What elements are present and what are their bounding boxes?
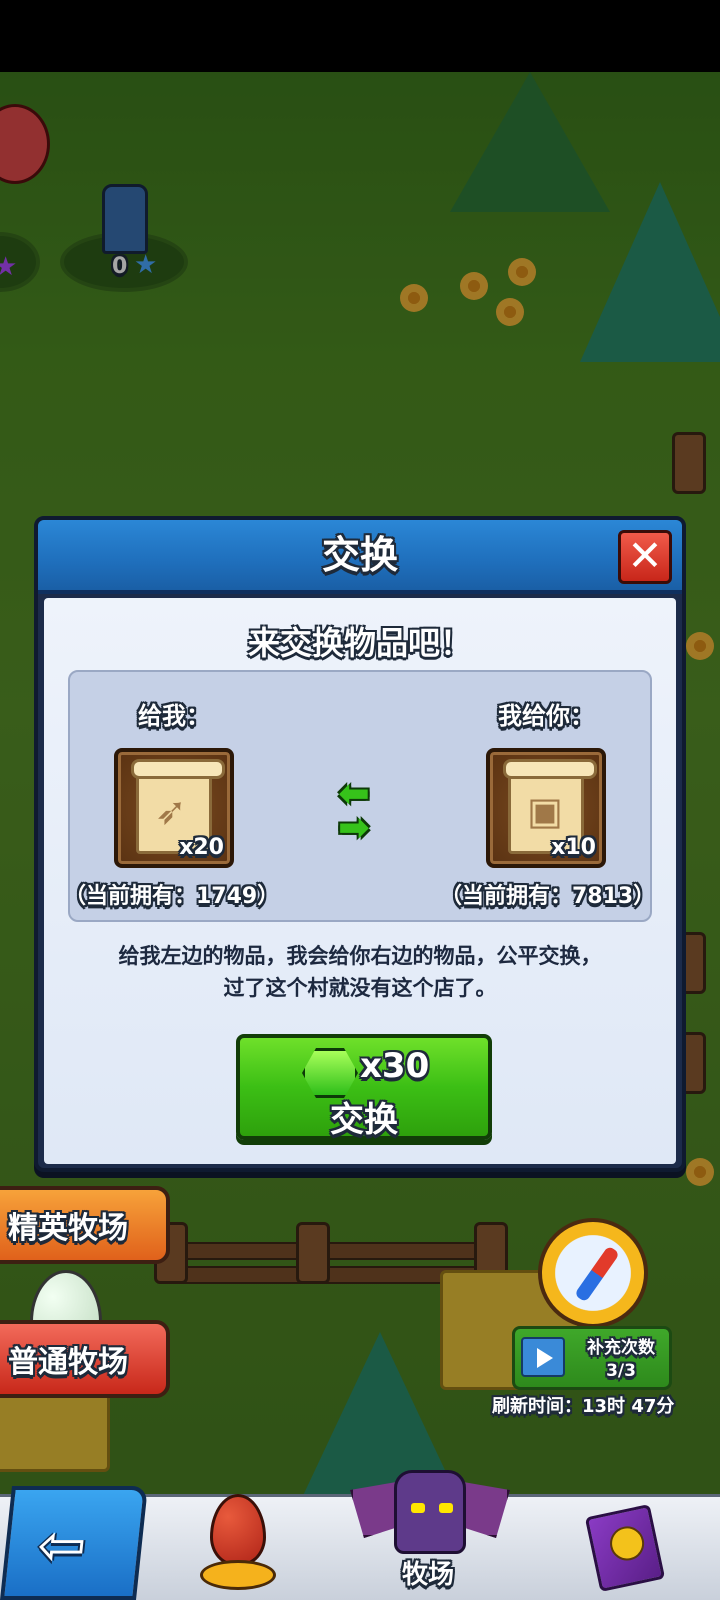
receive-label: 我给你： (498, 702, 594, 730)
close-button[interactable]: ✕ (618, 530, 672, 584)
exchange-button[interactable]: x30 交换 (236, 1034, 492, 1140)
normal-ranch-label: 普通牧场 (8, 1345, 128, 1380)
book-glyph: ▣ (527, 789, 563, 833)
give-item-quantity: x20 (179, 835, 224, 860)
normal-ranch-button[interactable]: 普通牧场 (0, 1320, 170, 1398)
monster-eye (439, 1503, 453, 1513)
refill-count: 3/3 (606, 1361, 636, 1381)
back-arrow-icon: ⇦ (34, 1511, 90, 1579)
nav-egg-button[interactable] (200, 1494, 276, 1594)
trade-panel: 给我： 我给你： ➶ x20 ⬅ ➡ ▣ x10 （当前拥有：1749） （当前… (64, 670, 656, 922)
egg-stand-icon (200, 1560, 276, 1590)
dialog-subtitle: 来交换物品吧！ (247, 624, 472, 662)
monster-eye (411, 1503, 425, 1513)
refresh-time: 刷新时间：13时 47分 (492, 1396, 675, 1417)
video-play-icon (521, 1337, 565, 1377)
dialog-header: 交换 ✕ (38, 520, 682, 594)
right-arrow-icon: ➡ (338, 805, 370, 849)
back-button[interactable]: ⇦ (0, 1486, 148, 1600)
green-gem-icon (302, 1048, 358, 1098)
receive-item-slot[interactable]: ▣ x10 (486, 748, 606, 868)
trade-description: 给我左边的物品，我会给你右边的物品，公平交换， 过了这个村就没有这个店了。 (54, 940, 666, 1004)
dialog-body: 来交换物品吧！ 给我： 我给你： ➶ x20 ⬅ ➡ ▣ x10 （当前拥有：1… (44, 598, 676, 1164)
status-bar (0, 0, 720, 72)
refill-label: 补充次数 (587, 1338, 655, 1358)
receive-item-quantity: x10 (551, 835, 596, 860)
description-line-2: 过了这个村就没有这个店了。 (223, 976, 497, 1000)
swap-arrows-icon: ⬅ ➡ (338, 774, 388, 849)
give-item-slot[interactable]: ➶ x20 (114, 748, 234, 868)
give-label: 给我： (138, 702, 210, 730)
compass-button[interactable] (538, 1218, 648, 1328)
elite-ranch-label: 精英牧场 (8, 1211, 128, 1246)
exchange-button-label: 交换 (330, 1100, 398, 1140)
compass-needle-icon (574, 1245, 620, 1303)
red-egg-icon (210, 1494, 266, 1566)
dialog-title: 交换 (321, 533, 398, 577)
exchange-dialog: 交换 ✕ 来交换物品吧！ 给我： 我给你： ➶ x20 ⬅ ➡ ▣ x10 （当… (34, 516, 686, 1172)
description-line-1: 给我左边的物品，我会给你右边的物品，公平交换， (118, 944, 602, 968)
close-icon: ✕ (627, 531, 663, 580)
gem-cost: x30 (360, 1046, 430, 1086)
receive-item-owned: （当前拥有：7813） (440, 884, 656, 909)
give-item-owned: （当前拥有：1749） (64, 884, 280, 909)
nav-ranch-label: 牧场 (402, 1560, 455, 1590)
refill-video-button[interactable]: 补充次数 3/3 (512, 1326, 672, 1390)
bow-glyph: ➶ (155, 789, 187, 833)
bat-monster-icon (394, 1470, 466, 1554)
elite-ranch-button[interactable]: 精英牧场 (0, 1186, 170, 1264)
